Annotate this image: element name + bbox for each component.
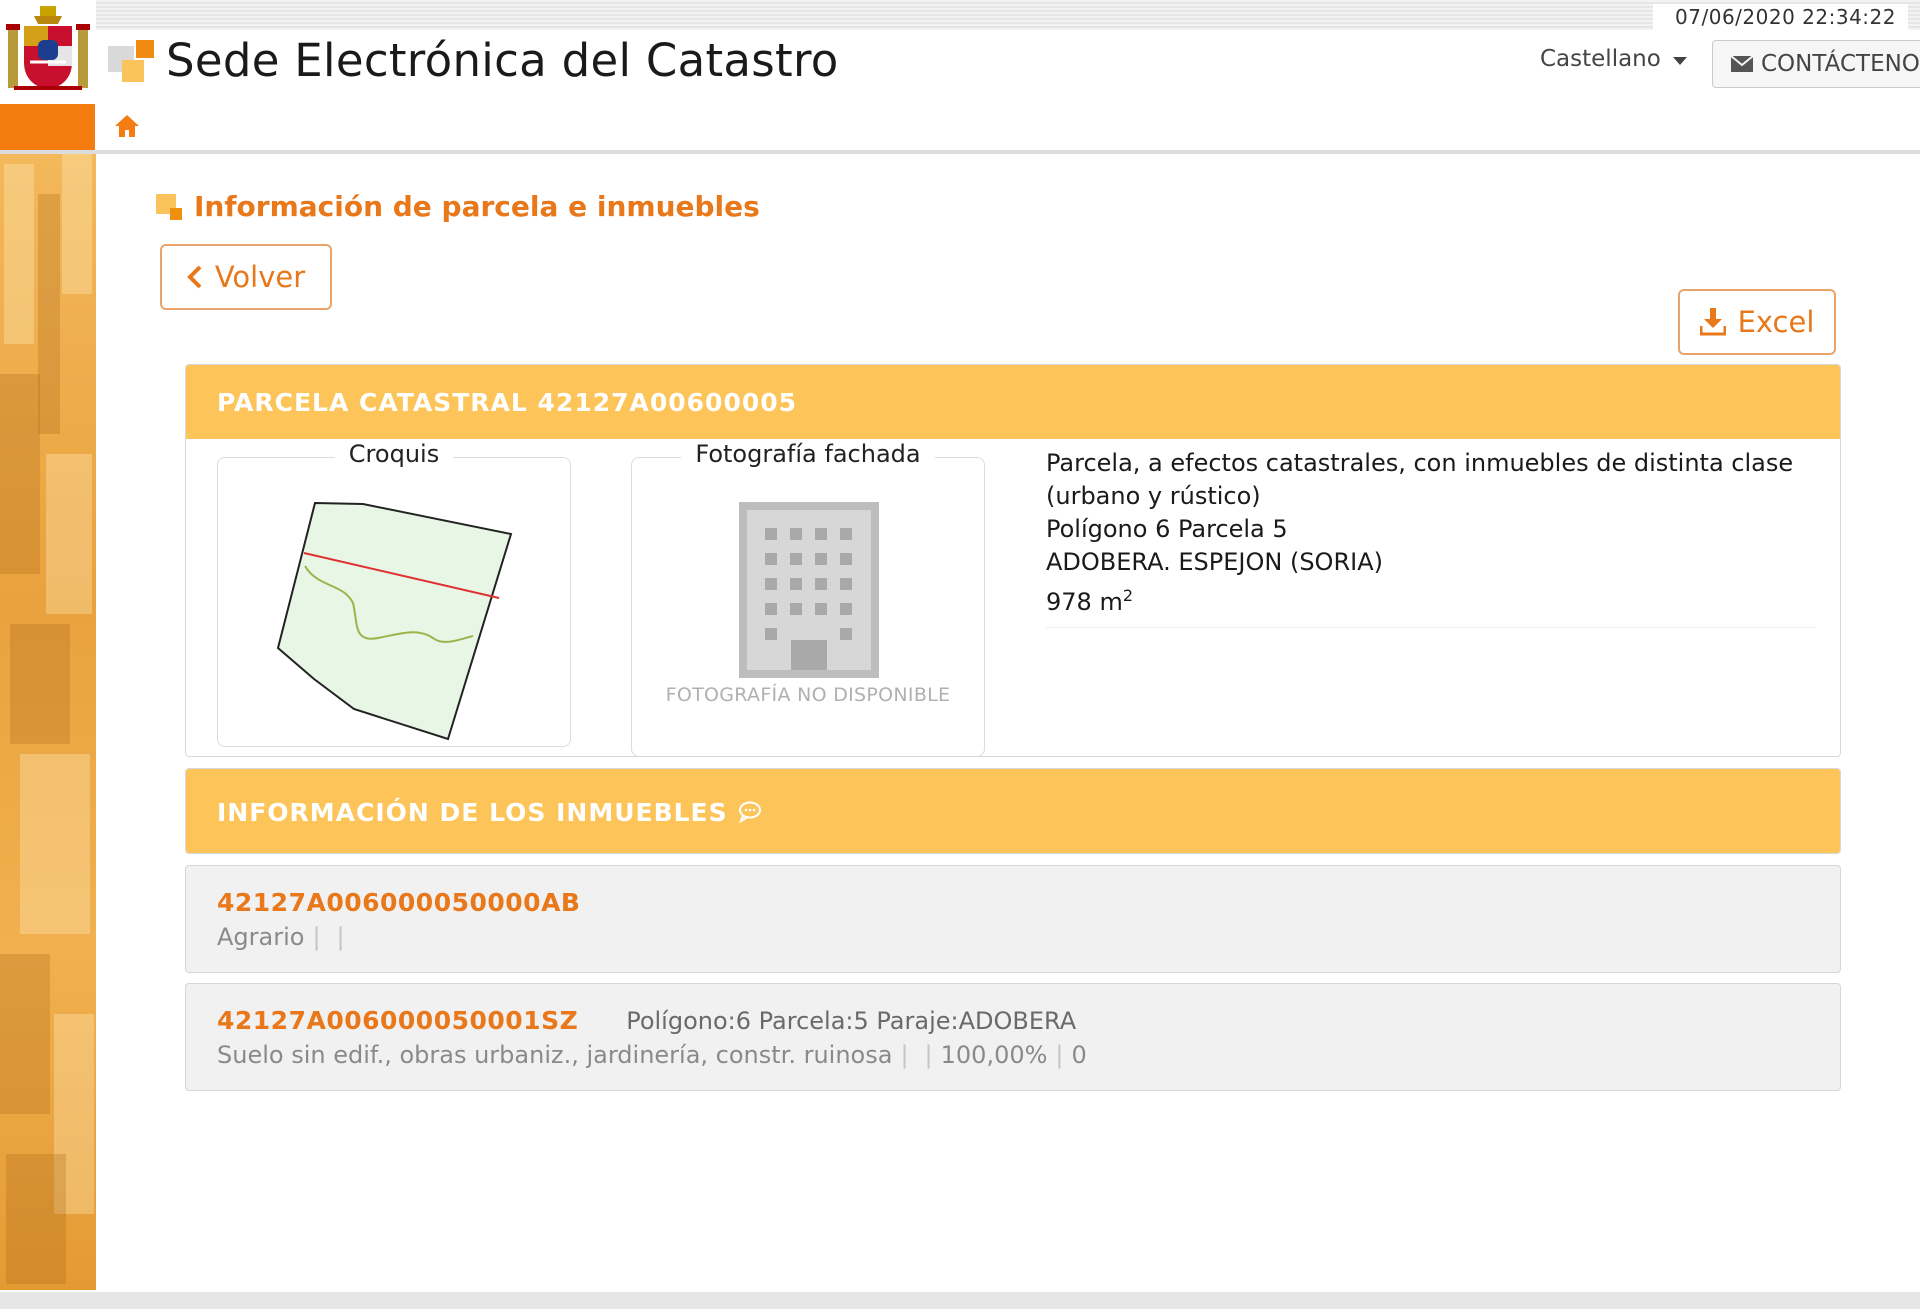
language-selector[interactable]: Castellano xyxy=(1540,46,1687,72)
spain-crest-icon[interactable] xyxy=(0,0,96,104)
contact-label: CONTÁCTENO xyxy=(1761,51,1920,77)
separator: | xyxy=(336,923,345,951)
chevron-left-icon xyxy=(186,265,202,289)
envelope-icon xyxy=(1731,56,1753,72)
separator: | xyxy=(900,1041,909,1069)
parcela-heading: PARCELA CATASTRAL 42127A00600005 xyxy=(186,365,1840,439)
title-square-icon xyxy=(156,193,182,220)
contact-button[interactable]: CONTÁCTENO xyxy=(1712,40,1920,88)
inmuebles-heading-text: INFORMACIÓN DE LOS INMUEBLES xyxy=(217,797,728,827)
separator: | xyxy=(1055,1041,1064,1069)
croquis-box: Croquis xyxy=(217,440,572,748)
inmueble-description: Agrario | | xyxy=(217,923,1840,951)
parcel-info-line: (urbano y rústico) xyxy=(1046,482,1261,510)
site-title[interactable]: Sede Electrónica del Catastro xyxy=(166,34,839,87)
building-placeholder-icon xyxy=(739,502,879,678)
inmueble-count: 0 xyxy=(1071,1041,1087,1069)
download-icon xyxy=(1699,308,1726,336)
nav-bar xyxy=(0,104,1920,154)
inmueble-description: Suelo sin edif., obras urbaniz., jardine… xyxy=(217,1041,1840,1069)
parcel-location: ADOBERA. ESPEJON (SORIA) xyxy=(1046,548,1383,576)
inmueble-reference-link[interactable]: 42127A006000050000AB xyxy=(217,888,580,917)
comment-icon[interactable] xyxy=(738,801,762,823)
catastro-logo-icon xyxy=(108,40,154,82)
decorative-city-strip xyxy=(0,154,96,1290)
parcel-description: Parcela, a efectos catastrales, con inmu… xyxy=(1046,443,1816,628)
datetime-display: 07/06/2020 22:34:22 xyxy=(1653,4,1908,30)
page-title-text: Información de parcela e inmuebles xyxy=(194,190,760,223)
parcel-sketch-map[interactable] xyxy=(218,458,572,748)
separator: | xyxy=(312,923,321,951)
parcel-area: 978 m2 xyxy=(1046,579,1816,619)
parcela-panel: PARCELA CATASTRAL 42127A00600005 Croquis… xyxy=(185,364,1841,757)
inmueble-location: Polígono:6 Parcela:5 Paraje:ADOBERA xyxy=(626,1007,1077,1035)
caret-down-icon xyxy=(1672,56,1687,65)
back-button[interactable]: Volver xyxy=(160,244,332,310)
separator: | xyxy=(924,1041,933,1069)
inmuebles-heading: INFORMACIÓN DE LOS INMUEBLES xyxy=(186,769,1840,853)
top-strip: 07/06/2020 22:34:22 xyxy=(96,0,1920,30)
top-header: 07/06/2020 22:34:22 Sede Electrónica del… xyxy=(0,0,1920,105)
page-title: Información de parcela e inmuebles xyxy=(156,190,760,223)
parcel-info-line: Parcela, a efectos catastrales, con inmu… xyxy=(1046,449,1794,477)
parcel-poligono: Polígono 6 Parcela 5 xyxy=(1046,515,1288,543)
inmueble-reference-link[interactable]: 42127A006000050001SZ xyxy=(217,1006,578,1035)
inmueble-use: Agrario xyxy=(217,923,305,951)
bottom-bar xyxy=(0,1292,1920,1309)
parcel-area-unit-sup: 2 xyxy=(1122,586,1134,605)
fotografia-label: Fotografía fachada xyxy=(681,440,935,468)
inmueble-row: 42127A006000050001SZ Polígono:6 Parcela:5… xyxy=(185,983,1841,1091)
inmueble-row: 42127A006000050000AB Agrario | | xyxy=(185,865,1841,973)
back-button-label: Volver xyxy=(214,260,306,294)
parcel-area-value: 978 m xyxy=(1046,588,1123,616)
nav-accent-block xyxy=(0,104,95,150)
excel-download-button[interactable]: Excel xyxy=(1678,289,1836,355)
inmueble-use: Suelo sin edif., obras urbaniz., jardine… xyxy=(217,1041,893,1069)
inmuebles-panel: INFORMACIÓN DE LOS INMUEBLES xyxy=(185,768,1841,854)
language-label: Castellano xyxy=(1540,46,1661,72)
inmueble-participation: 100,00% xyxy=(940,1041,1048,1069)
photo-unavailable-text: FOTOGRAFÍA NO DISPONIBLE xyxy=(665,684,951,706)
home-icon[interactable] xyxy=(114,114,140,138)
excel-button-label: Excel xyxy=(1737,305,1815,339)
fotografia-box: Fotografía fachada FOTOGRAFÍA NO DISPONI… xyxy=(631,440,985,756)
